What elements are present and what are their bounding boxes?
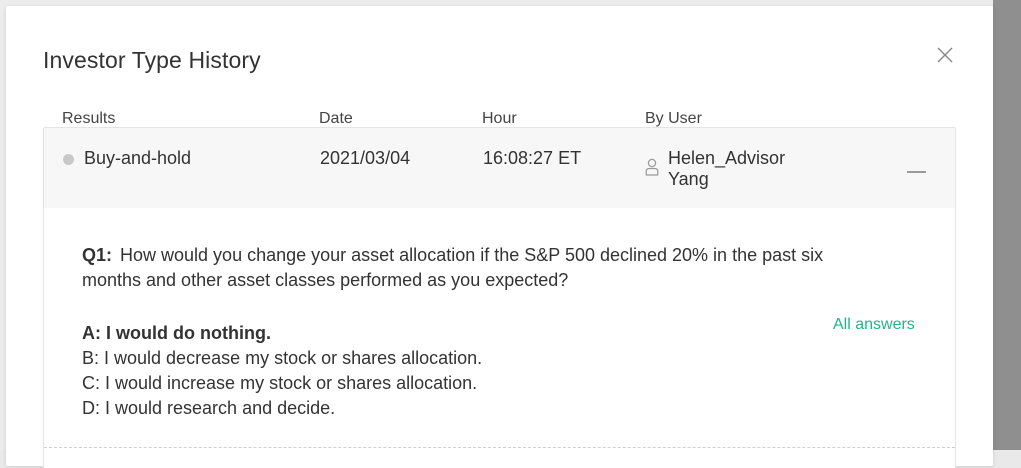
user-name-line2: Yang xyxy=(668,169,709,189)
answer-option-b: B: I would decrease my stock or shares a… xyxy=(82,348,483,368)
header-date: Date xyxy=(319,110,353,127)
header-results: Results xyxy=(62,110,116,127)
header-by-user: By User xyxy=(645,110,702,127)
hour-value: 16:08:27 ET xyxy=(483,148,582,168)
answer-list: A: I would do nothing. B: I would decrea… xyxy=(82,321,482,421)
header-hour: Hour xyxy=(482,110,517,127)
answer-option-d: D: I would research and decide. xyxy=(82,398,336,418)
collapse-button[interactable] xyxy=(907,165,927,179)
divider xyxy=(44,447,955,448)
user-icon xyxy=(645,158,659,176)
row-detail-panel: Q1: How would you change your asset alloc… xyxy=(43,208,956,468)
result-value: Buy-and-hold xyxy=(84,148,192,168)
page-scrollbar[interactable] xyxy=(993,0,1021,450)
modal-title: Investor Type History xyxy=(43,47,261,73)
question: Q1: How would you change your asset alloc… xyxy=(82,243,882,293)
date-value: 2021/03/04 xyxy=(320,148,411,168)
user-name-line1: Helen_Advisor xyxy=(668,148,786,168)
all-answers-link[interactable]: All answers xyxy=(833,316,915,334)
question-text: How would you change your asset allocati… xyxy=(82,245,824,290)
status-dot-icon xyxy=(63,154,74,165)
question-number: Q1: xyxy=(82,245,113,265)
answer-option-c: C: I would increase my stock or shares a… xyxy=(82,373,478,393)
close-button[interactable] xyxy=(934,44,956,66)
investor-type-history-modal: Investor Type History Results Date Hour … xyxy=(6,6,993,468)
minus-icon xyxy=(907,171,926,173)
close-icon xyxy=(937,47,953,63)
table-row[interactable]: Buy-and-hold 2021/03/04 16:08:27 ET Hele… xyxy=(43,127,956,209)
answer-option-a: A: I would do nothing. xyxy=(82,323,271,343)
by-user-value: Helen_Advisor Yang xyxy=(668,148,785,190)
